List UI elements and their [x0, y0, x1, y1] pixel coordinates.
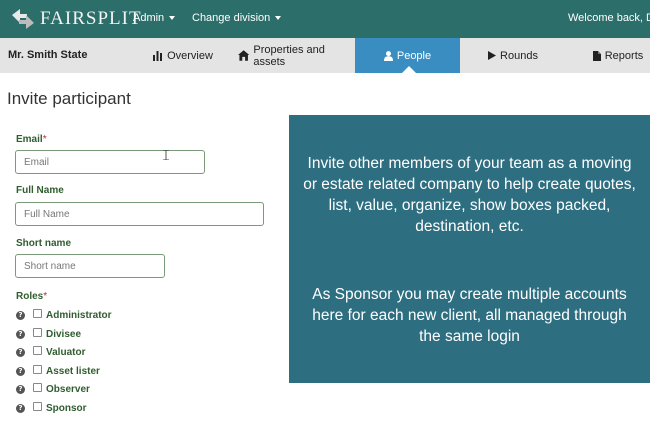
- tab-rounds[interactable]: Rounds: [486, 38, 540, 73]
- role-label: Valuator: [46, 346, 86, 358]
- tab-label: Properties and assets: [253, 43, 325, 68]
- valuator-checkbox[interactable]: [33, 345, 42, 355]
- home-icon: [238, 50, 250, 61]
- required-mark: *: [42, 134, 47, 145]
- client-name: Mr. Smith State: [8, 49, 88, 61]
- role-asset-lister: ? Asset lister: [16, 364, 100, 378]
- short-name-field[interactable]: [15, 254, 165, 278]
- help-icon[interactable]: ?: [16, 366, 25, 376]
- change-division-label: Change division: [192, 12, 271, 24]
- info-panel: Invite other members of your team as a m…: [289, 115, 650, 383]
- role-observer: ? Observer: [16, 382, 90, 396]
- asset-lister-checkbox[interactable]: [33, 364, 42, 374]
- fairsplit-logo-icon: [12, 9, 34, 29]
- change-division-dropdown[interactable]: Change division: [192, 12, 282, 24]
- admin-dropdown[interactable]: Admin: [133, 12, 176, 24]
- administrator-checkbox[interactable]: [33, 308, 42, 318]
- active-tab-pointer: [402, 66, 416, 73]
- tab-reports[interactable]: Reports: [590, 38, 646, 73]
- email-field[interactable]: [15, 150, 205, 174]
- role-divisee: ? Divisee: [16, 327, 81, 341]
- text-cursor-icon: [163, 150, 169, 160]
- required-mark: *: [43, 291, 48, 302]
- tab-overview[interactable]: Overview: [150, 38, 216, 73]
- help-icon[interactable]: ?: [16, 329, 25, 339]
- brand-logo[interactable]: FAIRSPLIT: [10, 7, 142, 31]
- top-navbar: FAIRSPLIT Admin Change division Welcome …: [0, 0, 650, 38]
- help-icon[interactable]: ?: [16, 403, 25, 413]
- sponsor-checkbox[interactable]: [33, 401, 42, 411]
- role-label: Sponsor: [46, 402, 87, 414]
- caret-down-icon: [275, 16, 282, 20]
- tab-label: Reports: [604, 49, 644, 62]
- divisee-checkbox[interactable]: [33, 327, 42, 337]
- roles-label-text: Roles: [16, 291, 44, 302]
- short-name-label: Short name: [16, 238, 72, 249]
- help-icon[interactable]: ?: [16, 384, 25, 394]
- welcome-text[interactable]: Welcome back, Da: [568, 12, 650, 24]
- role-label: Asset lister: [46, 365, 100, 377]
- tab-properties-and-assets[interactable]: Properties and assets: [238, 38, 354, 73]
- sub-navbar: Mr. Smith State Overview Properties and …: [0, 38, 650, 73]
- observer-checkbox[interactable]: [33, 382, 42, 392]
- help-icon[interactable]: ?: [16, 347, 25, 357]
- roles-label: Roles*: [16, 291, 47, 302]
- info-paragraph-invite: Invite other members of your team as a m…: [303, 155, 636, 235]
- bar-chart-icon: [153, 50, 163, 61]
- user-icon: [383, 50, 393, 61]
- role-label: Divisee: [46, 328, 82, 340]
- role-label: Observer: [46, 383, 90, 395]
- file-icon: [592, 50, 601, 61]
- tab-label: People: [396, 49, 432, 62]
- full-name-label: Full Name: [16, 185, 64, 196]
- role-valuator: ? Valuator: [16, 345, 85, 359]
- email-label: Email*: [16, 134, 47, 145]
- play-icon: [488, 51, 497, 60]
- tab-label: Rounds: [500, 49, 538, 62]
- role-label: Administrator: [46, 309, 112, 321]
- role-sponsor: ? Sponsor: [16, 401, 87, 415]
- help-icon[interactable]: ?: [16, 310, 25, 320]
- brand-name: FAIRSPLIT: [40, 8, 142, 29]
- info-paragraph-sponsor: As Sponsor you may create multiple accou…: [312, 286, 627, 345]
- caret-down-icon: [169, 16, 176, 20]
- admin-label: Admin: [133, 12, 165, 24]
- full-name-field[interactable]: [15, 202, 264, 226]
- email-label-text: Email: [16, 134, 43, 145]
- page-title: Invite participant: [7, 89, 131, 108]
- role-administrator: ? Administrator: [16, 308, 112, 322]
- tab-label: Overview: [167, 49, 213, 62]
